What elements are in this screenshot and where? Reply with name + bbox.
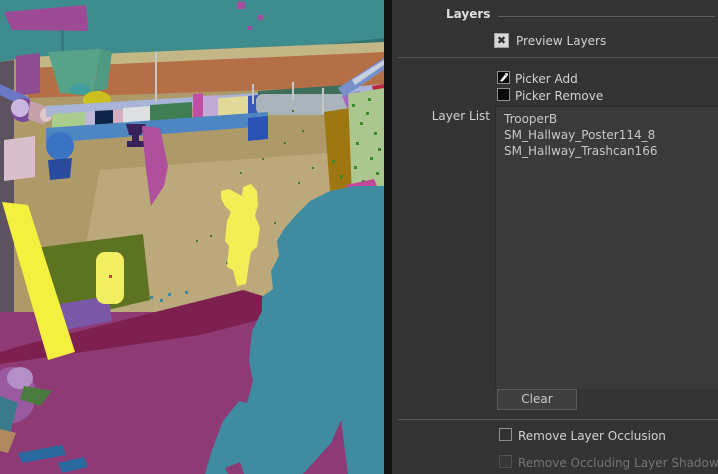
speckles-green <box>340 175 343 178</box>
speckles-green <box>366 112 369 115</box>
group-header-rule <box>498 16 715 17</box>
layer-list-item[interactable]: SM_Hallway_Trashcan166 <box>496 143 718 159</box>
speckles-green <box>376 172 379 175</box>
picker-remove-label: Picker Remove <box>515 89 603 103</box>
speckles-wall <box>210 235 212 237</box>
eyedropper-icon <box>498 72 509 83</box>
preview-layers-label: Preview Layers <box>516 34 606 48</box>
pink-panel-left <box>4 136 35 181</box>
speckles-wall <box>196 240 198 242</box>
teal-knob <box>70 83 90 95</box>
speckles-wall <box>284 142 286 144</box>
speckles-green <box>368 98 371 101</box>
ceiling-dot <box>258 15 263 20</box>
layer-list-item[interactable]: SM_Hallway_Poster114_8 <box>496 127 718 143</box>
speckles-green <box>356 142 359 145</box>
segmentation-view[interactable] <box>0 0 384 474</box>
speckles-wall <box>274 222 276 224</box>
speckles-wall <box>262 158 264 160</box>
remove-occluding-layer-shadows-label: Remove Occluding Layer Shadows <box>518 456 718 470</box>
layers-panel: Layers ✖ Preview Layers Picker Add Picke… <box>392 0 718 474</box>
remove-layer-occlusion-checkbox[interactable] <box>499 428 512 441</box>
trashcan-dot <box>109 275 112 278</box>
speckles-green <box>352 104 355 107</box>
layer-list[interactable]: TrooperB SM_Hallway_Poster114_8 SM_Hallw… <box>495 106 718 389</box>
speckles-green <box>360 122 363 125</box>
speckles-wall <box>292 110 294 112</box>
lamp <box>11 99 29 117</box>
picker-remove-swatch[interactable] <box>497 88 510 101</box>
purple-panel <box>16 53 40 96</box>
blue-dark-box <box>48 158 72 180</box>
teal-fleck <box>185 291 188 294</box>
preview-layers-checkbox[interactable]: ✖ <box>494 33 509 48</box>
layer-list-label: Layer List <box>392 109 490 123</box>
teal-fleck <box>168 293 171 296</box>
ceiling-dot <box>237 2 245 9</box>
teal-fleck <box>150 296 153 299</box>
speckles-green <box>378 148 381 151</box>
speckles-wall <box>302 130 304 132</box>
speckles-wall <box>240 172 242 174</box>
remove-layer-occlusion-label: Remove Layer Occlusion <box>518 429 666 443</box>
layer-list-item[interactable]: TrooperB <box>496 107 718 127</box>
wire-leg <box>292 82 294 100</box>
remove-occluding-layer-shadows-checkbox <box>499 455 512 468</box>
x-mark-icon: ✖ <box>497 34 506 47</box>
speckles-wall <box>312 167 314 169</box>
segmentation-canvas <box>0 0 384 474</box>
layers-group-title: Layers <box>446 7 490 21</box>
app-window: Layers ✖ Preview Layers Picker Add Picke… <box>0 0 718 474</box>
speckles-green <box>354 166 357 169</box>
corner-lavender <box>7 367 33 389</box>
separator <box>398 57 718 58</box>
speckles-green <box>332 160 335 163</box>
wire-leg <box>155 52 157 102</box>
blue-disc <box>46 132 74 160</box>
speckles-green <box>374 132 377 135</box>
ceiling-dot <box>248 26 252 30</box>
picker-add-label: Picker Add <box>515 72 578 86</box>
speckles-wall <box>298 182 300 184</box>
wire-leg <box>322 88 324 114</box>
picker-add-swatch[interactable] <box>497 71 510 84</box>
teal-fleck <box>160 299 163 302</box>
speckles-green <box>370 157 373 160</box>
clear-button[interactable]: Clear <box>497 389 577 410</box>
wire-leg <box>252 84 254 104</box>
box-darkblue <box>248 116 268 141</box>
separator <box>398 419 718 420</box>
panel-divider <box>384 0 392 474</box>
